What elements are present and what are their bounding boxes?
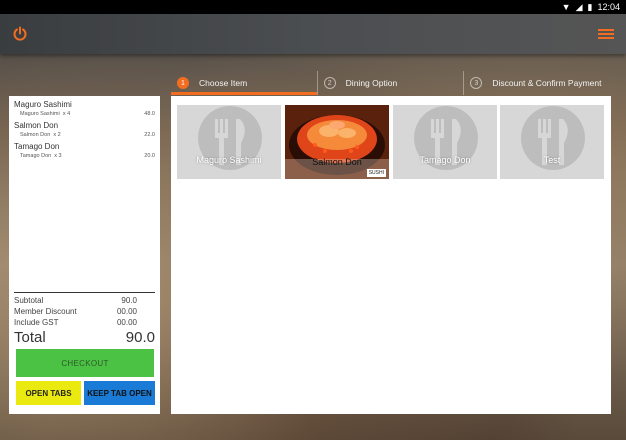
checkout-button[interactable]: CHECKOUT (16, 349, 154, 377)
checkout-stepper: 1 Choose Item 2 Dining Option 3 Discount… (171, 71, 610, 95)
hamburger-icon (598, 27, 614, 41)
step-label: Dining Option (345, 78, 398, 88)
menu-button[interactable] (596, 24, 616, 44)
step-label: Discount & Confirm Payment (492, 78, 602, 88)
open-tabs-button[interactable]: OPEN TABS (16, 381, 81, 405)
photo-watermark: SUSHI (366, 169, 386, 177)
order-item-detail: Tamago Don x 3 20.0 (14, 153, 155, 159)
order-item-detail: Maguro Sashimi x 4 48.0 (14, 111, 155, 117)
order-item-detail: Salmon Don x 2 22.0 (14, 132, 155, 138)
signal-icon: ◢ (575, 1, 583, 12)
step-label: Choose Item (199, 78, 248, 88)
menu-items-panel: Maguro Sashimi Salmon Don SUSHI Tamago D… (171, 96, 611, 414)
order-item[interactable]: Salmon Don Salmon Don x 2 22.0 (14, 121, 155, 138)
order-item-detail-name: Salmon Don (20, 132, 51, 138)
order-item-detail-name: Tamago Don (20, 153, 52, 159)
step-number: 3 (470, 77, 483, 89)
step-number: 1 (177, 77, 189, 89)
app-bar (0, 14, 626, 54)
discount-value: 00.00 (116, 307, 137, 316)
total-value: 90.0 (125, 329, 155, 346)
subtotal-label: Subtotal (14, 296, 44, 305)
menu-item-label: Salmon Don (312, 157, 362, 167)
total-label: Total (14, 329, 46, 346)
step-choose-item[interactable]: 1 Choose Item (171, 71, 317, 95)
menu-item-card[interactable]: Maguro Sashimi (177, 105, 281, 179)
step-dining-option[interactable]: 2 Dining Option (316, 71, 464, 95)
status-bar: ▼ ◢ ▮ 12:04 (0, 0, 626, 14)
order-item-name: Maguro Sashimi (14, 100, 72, 109)
order-item[interactable]: Tamago Don Tamago Don x 3 20.0 (14, 142, 155, 159)
order-item[interactable]: Maguro Sashimi Maguro Sashimi x 4 48.0 (14, 100, 155, 117)
order-item-detail-name: Maguro Sashimi (20, 111, 60, 117)
order-item-amount: 22.0 (144, 132, 155, 138)
menu-item-label: Tamago Don (419, 155, 471, 165)
gst-label: Include GST (14, 318, 59, 327)
power-icon (13, 26, 27, 41)
menu-item-label: Test (543, 155, 561, 165)
step-number: 2 (323, 77, 336, 89)
discount-label: Member Discount (14, 307, 77, 316)
wifi-icon: ▼ (561, 1, 571, 12)
gst-row: Include GST 00.00 (14, 317, 155, 328)
power-button[interactable] (10, 24, 30, 44)
subtotal-row: Subtotal 90.0 (14, 295, 155, 306)
order-item-amount: 48.0 (144, 111, 155, 117)
menu-item-label: Maguro Sashimi (196, 155, 262, 165)
order-panel: Maguro Sashimi Maguro Sashimi x 4 48.0 S… (9, 96, 160, 414)
totals-section: Subtotal 90.0 Member Discount 00.00 Incl… (14, 292, 155, 347)
order-item-qty: x 2 (53, 132, 61, 138)
menu-item-card[interactable]: Tamago Don (393, 105, 497, 179)
discount-row: Member Discount 00.00 (14, 306, 155, 317)
subtotal-value: 90.0 (121, 296, 137, 305)
gst-value: 00.00 (116, 318, 137, 327)
order-item-name: Tamago Don (14, 142, 60, 151)
menu-item-card[interactable]: Salmon Don SUSHI (285, 105, 389, 179)
battery-icon: ▮ (587, 1, 593, 12)
menu-item-card[interactable]: Test (500, 105, 604, 179)
total-row: Total 90.0 (14, 329, 155, 347)
salmon-don-photo (285, 105, 389, 179)
step-discount-confirm-payment[interactable]: 3 Discount & Confirm Payment (463, 71, 610, 95)
order-item-qty: x 3 (54, 153, 62, 159)
order-item-name: Salmon Don (14, 121, 59, 130)
order-item-amount: 20.0 (144, 153, 155, 159)
clock: 12:04 (597, 2, 620, 12)
keep-tab-open-button[interactable]: KEEP TAB OPEN (84, 381, 155, 405)
order-item-qty: x 4 (62, 111, 71, 117)
